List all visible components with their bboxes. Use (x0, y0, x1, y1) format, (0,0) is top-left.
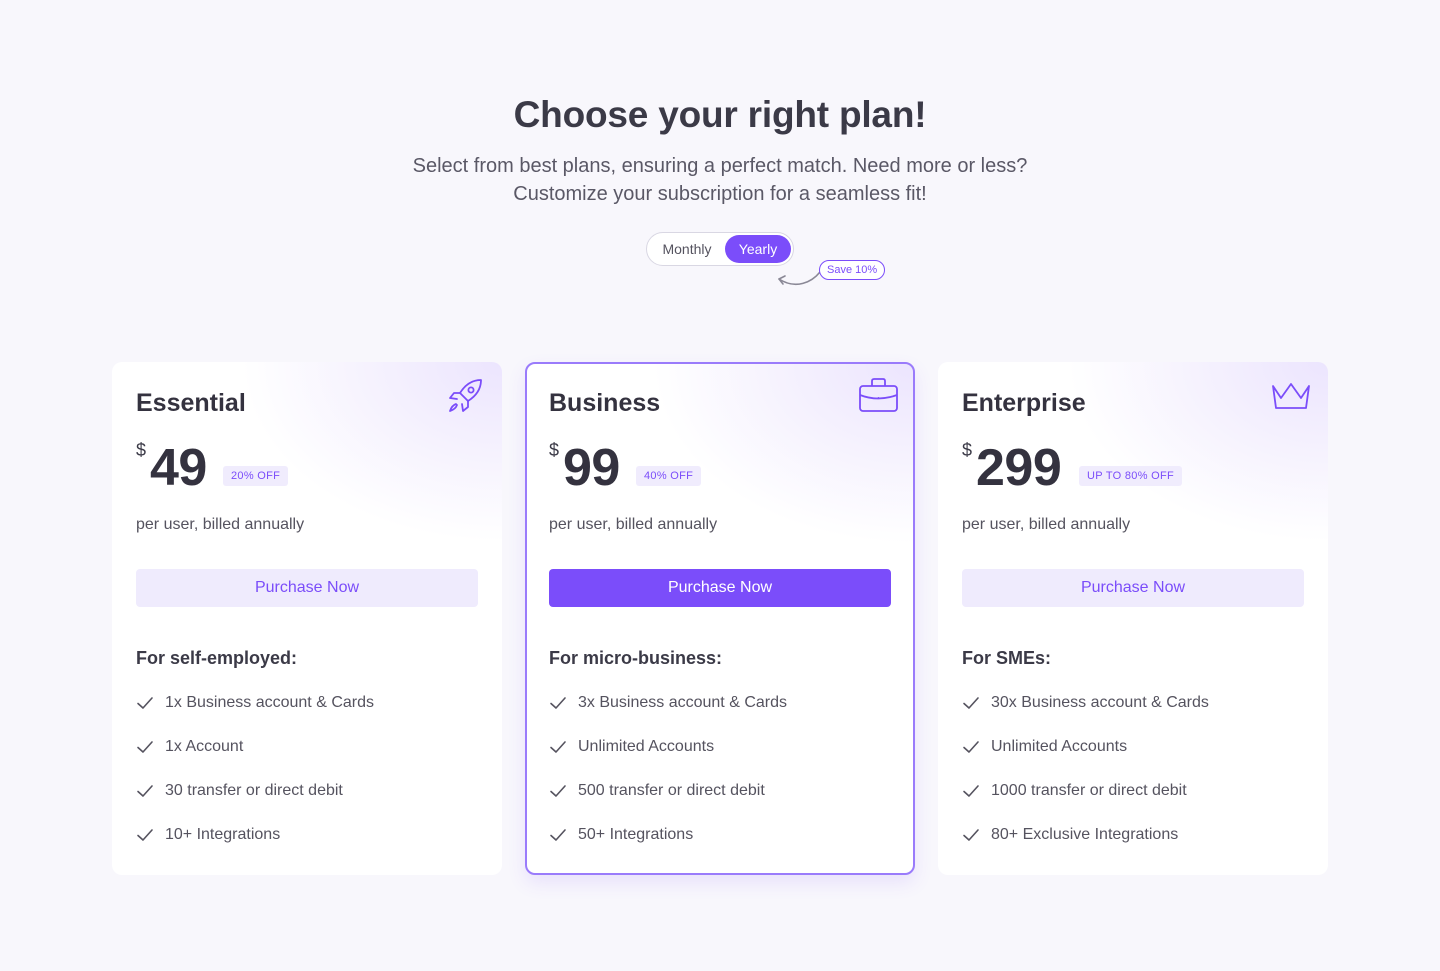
yearly-option[interactable]: Yearly (725, 235, 791, 263)
check-icon (963, 785, 979, 797)
feature-label: 50+ Integrations (578, 826, 694, 843)
feature-item: 500 transfer or direct debit (549, 780, 765, 802)
feature-label: 10+ Integrations (165, 826, 281, 843)
feature-label: 3x Business account & Cards (578, 694, 787, 711)
plan-card-enterprise: Enterprise $ 299 UP TO 80% OFF per user,… (938, 362, 1328, 875)
plan-name: Enterprise (962, 389, 1086, 417)
purchase-button[interactable]: Purchase Now (549, 569, 891, 607)
feature-item: 1x Business account & Cards (136, 692, 374, 714)
feature-label: 1x Account (165, 738, 244, 755)
price-value: 49 (150, 439, 207, 497)
discount-badge: 20% OFF (223, 466, 289, 486)
plan-card-essential: Essential $ 49 20% OFF per user, billed … (112, 362, 502, 875)
subtitle-line-1: Select from best plans, ensuring a perfe… (412, 155, 1028, 177)
feature-item: 80+ Exclusive Integrations (962, 824, 1178, 846)
feature-label: Unlimited Accounts (991, 738, 1128, 755)
feature-label: Unlimited Accounts (578, 738, 715, 755)
feature-label: 30 transfer or direct debit (165, 782, 343, 799)
crown-icon (1272, 383, 1310, 409)
check-icon (137, 785, 153, 797)
price-value: 299 (976, 439, 1062, 497)
discount-badge: UP TO 80% OFF (1079, 466, 1183, 486)
plan-name: Business (549, 389, 661, 417)
page-title: Choose your right plan! (513, 94, 927, 135)
feature-item: 3x Business account & Cards (549, 692, 787, 714)
check-icon (550, 829, 566, 841)
currency-symbol: $ (549, 440, 560, 460)
briefcase-icon (859, 378, 898, 412)
check-icon (550, 785, 566, 797)
currency-symbol: $ (962, 440, 973, 460)
features-title: For micro-business: (549, 648, 723, 668)
feature-item: 10+ Integrations (136, 824, 280, 846)
check-icon (963, 741, 979, 753)
page-subtitle: Select from best plans, ensuring a perfe… (0, 152, 1440, 208)
feature-label: 1000 transfer or direct debit (991, 782, 1187, 799)
billing-period-toggle[interactable]: Monthly Yearly (646, 232, 794, 266)
subtitle-line-2: Customize your subscription for a seamle… (513, 183, 927, 205)
plan-card-business: Business $ 99 40% OFF per user, billed a… (525, 362, 915, 875)
purchase-button[interactable]: Purchase Now (962, 569, 1304, 607)
check-icon (137, 741, 153, 753)
features-title: For self-employed: (136, 648, 298, 668)
curved-arrow-icon (778, 271, 821, 286)
features-title: For SMEs: (962, 648, 1052, 668)
plan-name: Essential (136, 389, 246, 417)
check-icon (550, 741, 566, 753)
feature-item: Unlimited Accounts (962, 736, 1127, 758)
monthly-option[interactable]: Monthly (649, 235, 725, 263)
check-icon (963, 697, 979, 709)
feature-label: 80+ Exclusive Integrations (991, 826, 1179, 843)
feature-label: 1x Business account & Cards (165, 694, 374, 711)
feature-item: 50+ Integrations (549, 824, 693, 846)
feature-item: 30x Business account & Cards (962, 692, 1209, 714)
purchase-button[interactable]: Purchase Now (136, 569, 478, 607)
check-icon (137, 829, 153, 841)
check-icon (963, 829, 979, 841)
feature-item: Unlimited Accounts (549, 736, 714, 758)
check-icon (137, 697, 153, 709)
save-badge: Save 10% (819, 260, 886, 280)
currency-symbol: $ (136, 440, 147, 460)
billing-note: per user, billed annually (549, 516, 718, 533)
feature-label: 30x Business account & Cards (991, 694, 1209, 711)
price-value: 99 (563, 439, 620, 497)
rocket-icon (449, 379, 482, 412)
feature-label: 500 transfer or direct debit (578, 782, 765, 799)
feature-item: 1000 transfer or direct debit (962, 780, 1187, 802)
billing-note: per user, billed annually (962, 516, 1131, 533)
billing-note: per user, billed annually (136, 516, 305, 533)
check-icon (550, 697, 566, 709)
discount-badge: 40% OFF (636, 466, 702, 486)
feature-item: 1x Account (136, 736, 243, 758)
feature-item: 30 transfer or direct debit (136, 780, 343, 802)
